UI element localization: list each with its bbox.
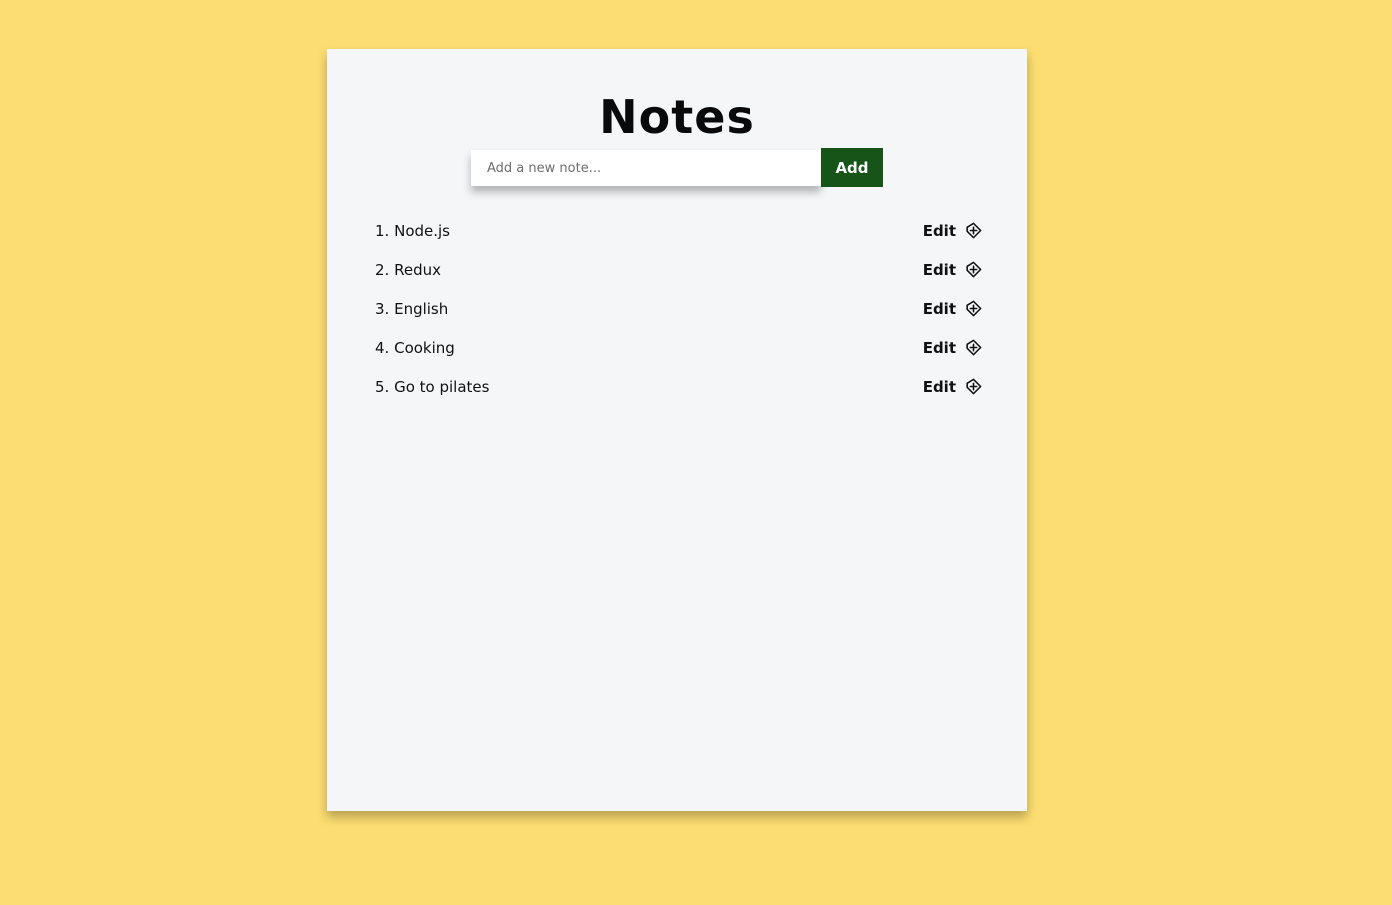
edit-label: Edit	[922, 260, 956, 279]
edit-label: Edit	[922, 299, 956, 318]
edit-button[interactable]: Edit	[923, 221, 983, 240]
edit-icon[interactable]	[964, 260, 983, 279]
add-button[interactable]: Add	[821, 148, 883, 187]
list-item: 3. English Edit	[375, 289, 983, 328]
edit-button[interactable]: Edit	[923, 299, 983, 318]
list-item: 4. Cooking Edit	[375, 328, 983, 367]
edit-icon[interactable]	[964, 299, 983, 318]
edit-icon[interactable]	[964, 377, 983, 396]
edit-icon[interactable]	[964, 221, 983, 240]
add-note-form: Add	[471, 148, 883, 187]
list-item: 5. Go to pilates Edit	[375, 367, 983, 406]
edit-icon[interactable]	[964, 338, 983, 357]
note-text: 3. English	[375, 299, 449, 318]
note-input[interactable]	[471, 150, 821, 186]
notes-list: 1. Node.js Edit 2. Redux Edit 3. English…	[375, 211, 983, 406]
note-text: 5. Go to pilates	[375, 377, 490, 396]
edit-button[interactable]: Edit	[923, 377, 983, 396]
notes-card: Notes Add 1. Node.js Edit 2. Redux Edit	[327, 49, 1027, 811]
list-item: 1. Node.js Edit	[375, 211, 983, 250]
edit-button[interactable]: Edit	[923, 260, 983, 279]
note-text: 4. Cooking	[375, 338, 455, 357]
edit-label: Edit	[922, 221, 956, 240]
note-text: 2. Redux	[375, 260, 441, 279]
note-text: 1. Node.js	[375, 221, 450, 240]
edit-label: Edit	[922, 377, 956, 396]
page-title: Notes	[599, 90, 755, 144]
list-item: 2. Redux Edit	[375, 250, 983, 289]
edit-button[interactable]: Edit	[923, 338, 983, 357]
edit-label: Edit	[922, 338, 956, 357]
